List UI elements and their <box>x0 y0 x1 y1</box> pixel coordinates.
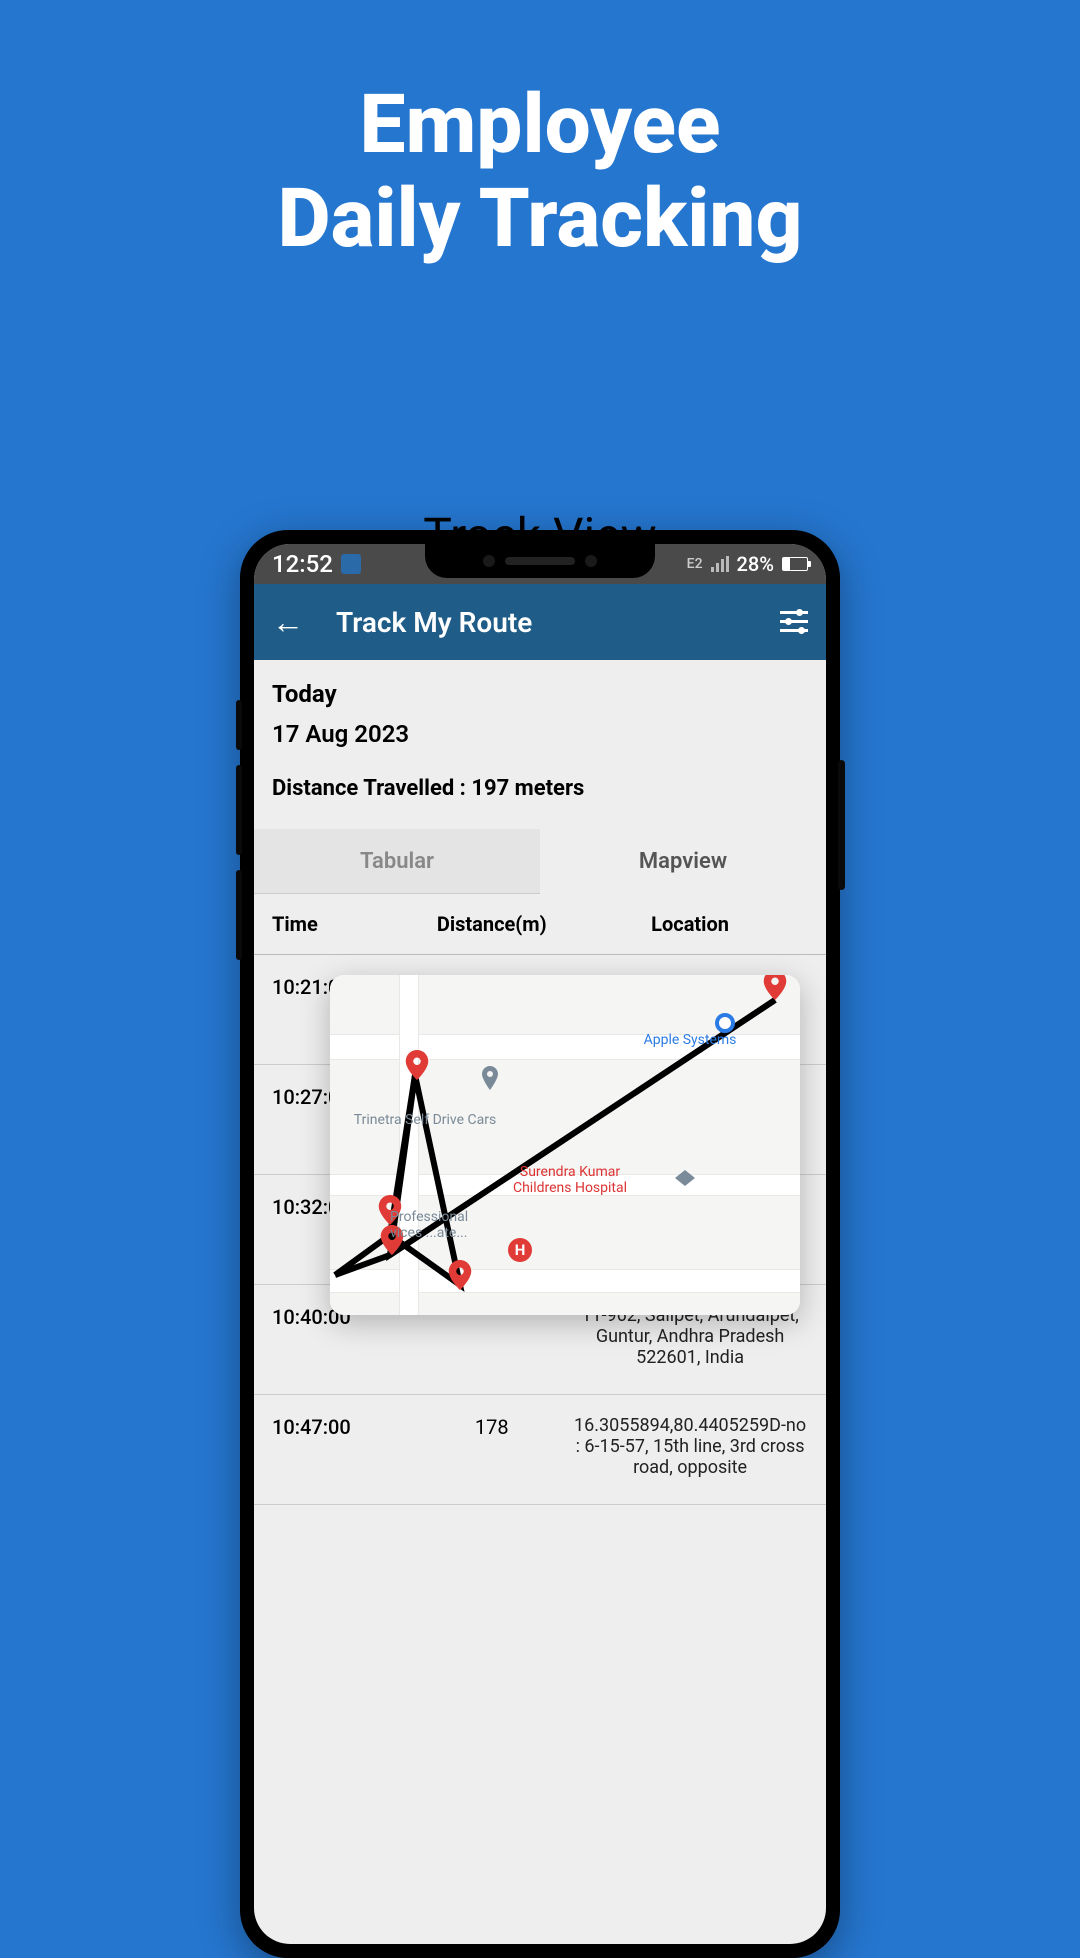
cell-time: 10:40:00 <box>272 1305 411 1374</box>
map-pin-icon <box>402 1050 432 1080</box>
map-label-pro-services: Professional vices ...ate... <box>390 1209 468 1241</box>
phone-volume-down <box>236 765 242 855</box>
tab-tabular[interactable]: Tabular <box>254 829 540 894</box>
status-battery-percent: 28% <box>737 552 774 576</box>
map-canvas: Apple Systems Trinetra Self Drive Cars S… <box>330 975 800 1315</box>
app-bar: ← Track My Route <box>254 584 826 660</box>
col-header-distance: Distance(m) <box>411 912 572 936</box>
cell-location: 16.3055894,80.4405259D-no : 6-15-57, 15t… <box>572 1415 808 1484</box>
app-title: Track My Route <box>336 606 780 639</box>
status-network-label: E2 <box>687 556 703 572</box>
cell-distance: 178 <box>411 1415 572 1484</box>
status-time: 12:52 <box>272 550 333 578</box>
hero-title: Employee Daily Tracking <box>0 0 1080 267</box>
map-poi-pin-icon <box>478 1066 502 1090</box>
signal-icon <box>711 556 729 572</box>
map-poi-dot-icon <box>715 1013 735 1033</box>
hospital-marker-icon: H <box>508 1238 532 1262</box>
map-preview-overlay[interactable]: Apple Systems Trinetra Self Drive Cars S… <box>330 975 800 1315</box>
map-label-trinetra: Trinetra Self Drive Cars <box>354 1112 496 1128</box>
battery-icon <box>782 557 808 571</box>
col-header-location: Location <box>572 912 808 936</box>
summary-block: Today 17 Aug 2023 Distance Travelled : 1… <box>254 660 826 811</box>
phone-power-button <box>838 760 845 890</box>
table-row[interactable]: 10:47:00 178 16.3055894,80.4405259D-no :… <box>254 1395 826 1505</box>
phone-volume-up <box>236 700 242 750</box>
map-label-hospital: Surendra Kumar Childrens Hospital <box>513 1164 627 1196</box>
distance-travelled: Distance Travelled : 197 meters <box>272 776 808 801</box>
filter-settings-icon[interactable] <box>780 611 808 633</box>
today-label: Today <box>272 680 808 708</box>
view-tabs: Tabular Mapview <box>254 829 826 894</box>
phone-notch <box>425 544 655 578</box>
col-header-time: Time <box>272 912 411 936</box>
map-pin-icon <box>445 1260 475 1290</box>
phone-side-button <box>236 870 242 960</box>
status-app-icon <box>341 554 361 574</box>
tab-mapview[interactable]: Mapview <box>540 829 826 894</box>
cell-location: 11-962, Salipet, Arundalpet, Guntur, And… <box>572 1305 808 1374</box>
map-pin-icon <box>760 975 790 1000</box>
cell-distance <box>411 1305 572 1374</box>
back-arrow-icon[interactable]: ← <box>272 603 304 641</box>
map-label-apple-systems: Apple Systems <box>644 1032 737 1048</box>
cell-time: 10:47:00 <box>272 1415 411 1484</box>
hero-line1: Employee <box>0 78 1080 172</box>
hero-line2: Daily Tracking <box>0 172 1080 266</box>
date-label: 17 Aug 2023 <box>272 720 808 748</box>
